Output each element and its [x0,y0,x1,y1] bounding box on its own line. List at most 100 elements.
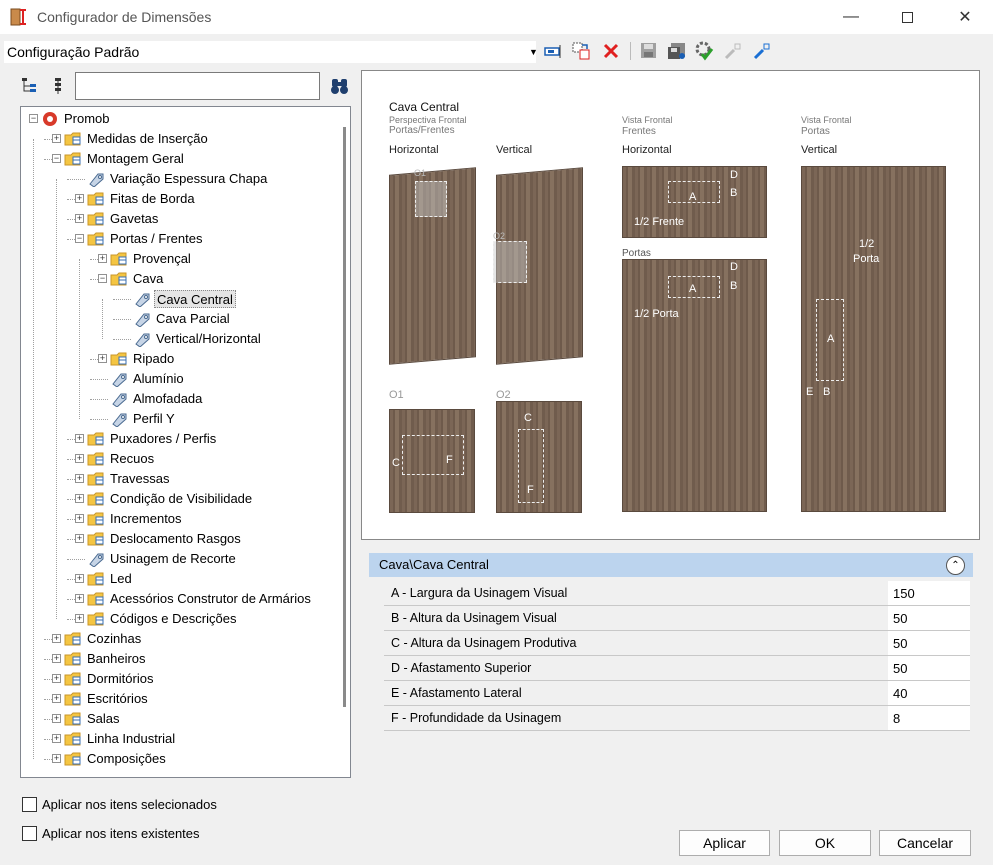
expand-node-icon[interactable]: + [52,754,61,763]
tree-item[interactable]: + Acessórios Construtor de Armários [21,589,341,609]
cancel-button[interactable]: Cancelar [879,830,971,856]
save-icon[interactable] [639,41,659,61]
collapse-section-button[interactable]: ⌃ [946,556,965,575]
expand-node-icon[interactable]: + [75,434,84,443]
collapse-node-icon[interactable]: − [75,234,84,243]
o2-f-label: F [527,484,534,496]
tree-item[interactable]: + Composições [21,749,341,769]
tree-item[interactable]: + Gavetas [21,209,341,229]
tree-item[interactable]: + Escritórios [21,689,341,709]
tree-item[interactable]: + Incrementos [21,509,341,529]
delete-config-icon[interactable] [601,41,621,61]
tree-item[interactable]: + Códigos e Descrições [21,609,341,629]
expand-node-icon[interactable]: + [52,694,61,703]
tree-item[interactable]: + Salas [21,709,341,729]
collapse-icon[interactable] [723,41,743,61]
settings-check-icon[interactable] [694,41,714,61]
tree-item[interactable]: + Puxadores / Perfis [21,429,341,449]
apply-existing-checkbox[interactable] [22,826,37,841]
tree-item[interactable]: Alumínio [21,369,341,389]
property-value-field[interactable]: 40 [888,681,970,705]
maximize-icon [901,11,913,23]
expand-node-icon[interactable]: + [52,634,61,643]
expand-node-icon[interactable]: + [75,534,84,543]
tree-item[interactable]: + Ripado [21,349,341,369]
expand-node-icon[interactable]: + [75,494,84,503]
tree-item[interactable]: Cava Parcial [21,309,341,329]
binoculars-search-icon[interactable] [330,76,350,96]
property-value-field[interactable]: 150 [888,581,970,605]
expand-node-icon[interactable]: + [52,134,61,143]
tree-item[interactable]: + Provençal [21,249,341,269]
expand-node-icon[interactable]: + [52,674,61,683]
expand-node-icon[interactable]: + [75,614,84,623]
expand-node-icon[interactable]: + [75,214,84,223]
half-frente-label: 1/2 Frente [634,216,685,228]
chevron-down-icon: ▼ [529,47,538,57]
expand-node-icon[interactable]: + [75,194,84,203]
expand-node-icon[interactable]: + [75,474,84,483]
expand-node-icon[interactable]: + [75,594,84,603]
folder-icon [87,531,105,547]
property-value-field[interactable]: 50 [888,631,970,655]
collapse-node-icon[interactable]: − [98,274,107,283]
tree-scrollbar[interactable] [343,127,346,707]
property-value-field[interactable]: 8 [888,706,970,730]
tree-item[interactable]: + Dormitórios [21,669,341,689]
property-row: D - Afastamento Superior 50 [384,656,970,681]
expand-node-icon[interactable]: + [52,734,61,743]
tree-item[interactable]: + Medidas de Inserção [21,129,341,149]
tree-item[interactable]: + Banheiros [21,649,341,669]
close-button[interactable]: ✕ [942,0,988,34]
tree-item[interactable]: Almofadada [21,389,341,409]
tree-item[interactable]: − Promob [21,109,341,129]
copy-config-icon[interactable] [572,41,592,61]
tree-item[interactable]: − Cava [21,269,341,289]
expand-node-icon[interactable]: + [52,714,61,723]
tree-item[interactable]: Cava Central [21,289,341,309]
tree-item[interactable]: + Deslocamento Rasgos [21,529,341,549]
tree-view-icon[interactable] [20,76,40,96]
category-tree[interactable]: − Promob + Medidas de Inserção − Montagem Ger… [20,106,351,778]
tree-item[interactable]: + Led [21,569,341,589]
expand-node-icon[interactable]: + [75,574,84,583]
minimize-button[interactable]: — [828,0,874,34]
apply-selected-checkbox[interactable] [22,797,37,812]
config-select[interactable]: Configuração Padrão ▼ [4,41,538,63]
list-view-icon[interactable] [50,76,70,96]
o2-label: O2 [493,231,506,241]
expand-node-icon[interactable]: + [75,514,84,523]
tree-item[interactable]: + Cozinhas [21,629,341,649]
property-name: B - Altura da Usinagem Visual [391,611,557,625]
expand-node-icon[interactable]: + [98,354,107,363]
tree-item[interactable]: + Travessas [21,469,341,489]
save-as-icon[interactable] [667,41,687,61]
tree-item[interactable]: − Montagem Geral [21,149,341,169]
tree-item[interactable]: + Recuos [21,449,341,469]
expand-node-icon[interactable]: + [75,454,84,463]
ok-button[interactable]: OK [779,830,871,856]
tree-search-input[interactable] [75,72,320,100]
collapse-node-icon[interactable]: − [29,114,38,123]
expand-node-icon[interactable]: + [98,254,107,263]
property-value-field[interactable]: 50 [888,656,970,680]
tree-item[interactable]: Perfil Y [21,409,341,429]
apply-button[interactable]: Aplicar [679,830,770,856]
tree-item[interactable]: Variação Espessura Chapa [21,169,341,189]
property-value-field[interactable]: 50 [888,606,970,630]
folder-icon [110,251,128,267]
tree-item[interactable]: + Condição de Visibilidade [21,489,341,509]
tree-item[interactable]: Vertical/Horizontal [21,329,341,349]
tree-item[interactable]: + Fitas de Borda [21,189,341,209]
expand-icon[interactable] [752,41,772,61]
tree-item[interactable]: + Linha Industrial [21,729,341,749]
collapse-node-icon[interactable]: − [52,154,61,163]
folder-icon [64,691,82,707]
close-icon: ✕ [958,9,972,26]
tree-item[interactable]: Usinagem de Recorte [21,549,341,569]
tree-item[interactable]: − Portas / Frentes [21,229,341,249]
rename-config-icon[interactable] [543,41,563,61]
expand-node-icon[interactable]: + [52,654,61,663]
tree-item-label: Escritórios [87,691,148,706]
maximize-button[interactable] [884,0,930,34]
